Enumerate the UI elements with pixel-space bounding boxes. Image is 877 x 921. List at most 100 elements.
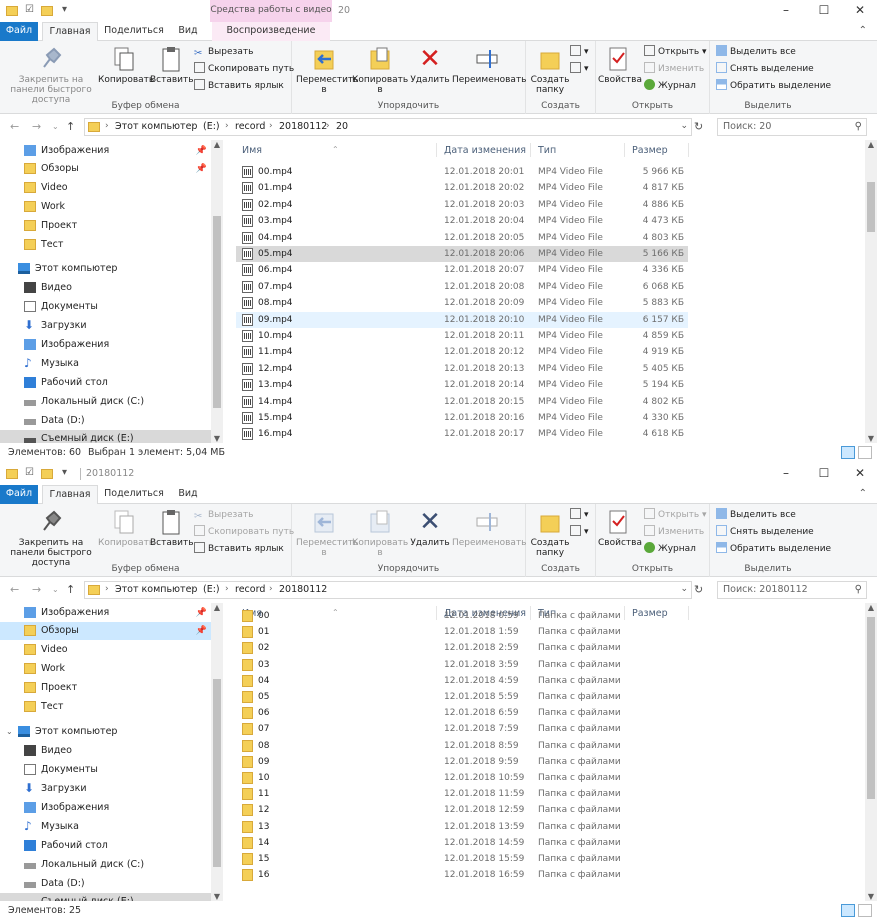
file-row[interactable]: 10.mp4 12.01.2018 20:11 MP4 Video File 4 85…: [236, 328, 688, 344]
breadcrumb-drive-e[interactable]: (E:): [203, 121, 220, 132]
forward-arrow-icon[interactable]: →: [32, 120, 41, 133]
nav-item-work[interactable]: Work: [0, 198, 211, 216]
column-type[interactable]: Тип: [538, 145, 556, 156]
new-item-button[interactable]: ▾: [570, 45, 589, 60]
nav-item-desktop[interactable]: Рабочий стол: [0, 837, 211, 855]
large-icons-view-icon[interactable]: [858, 446, 872, 459]
breadcrumb-separator-icon[interactable]: ›: [225, 121, 229, 131]
folder-row[interactable]: 12 12.01.2018 12:59 Папка с файлами: [236, 802, 688, 818]
nav-item-documents[interactable]: Документы: [0, 298, 211, 316]
breadcrumb-separator-icon[interactable]: ›: [326, 121, 330, 131]
easy-access-button[interactable]: ▾: [570, 525, 589, 540]
folder-row[interactable]: 07 12.01.2018 7:59 Папка с файлами: [236, 721, 688, 737]
nav-item-downloads[interactable]: ⬇ Загрузки: [0, 317, 211, 335]
search-input[interactable]: Поиск: 20 ⚲: [717, 118, 867, 136]
copy-path-button[interactable]: Скопировать путь: [194, 525, 294, 540]
file-row[interactable]: 04.mp4 12.01.2018 20:05 MP4 Video File 4 80…: [236, 230, 688, 246]
history-button[interactable]: Журнал: [644, 79, 696, 94]
cut-button[interactable]: ✂ Вырезать: [194, 45, 253, 60]
invert-selection-button[interactable]: Обратить выделение: [716, 542, 831, 557]
file-list-scroll-thumb[interactable]: [867, 617, 875, 799]
file-row[interactable]: 09.mp4 12.01.2018 20:10 MP4 Video File 6 15…: [236, 311, 688, 328]
folder-row[interactable]: 00 12.01.2018 0:59 Папка с файлами: [236, 608, 688, 624]
history-button[interactable]: Журнал: [644, 542, 696, 557]
select-all-button[interactable]: Выделить все: [716, 45, 796, 60]
chevron-down-icon[interactable]: ⌄: [680, 584, 688, 594]
open-button[interactable]: Открыть ▾: [644, 508, 707, 523]
column-separator[interactable]: [688, 143, 689, 157]
scroll-up-arrow-icon[interactable]: ▲: [211, 603, 223, 612]
copy-button[interactable]: Копировать: [98, 45, 154, 85]
rename-button[interactable]: Переименовать: [452, 508, 527, 548]
column-separator[interactable]: [624, 143, 625, 157]
ribbon-collapse-icon[interactable]: ⌃: [859, 25, 867, 36]
new-item-button[interactable]: ▾: [570, 508, 589, 523]
breadcrumb-20180112[interactable]: 20180112: [279, 121, 327, 132]
minimize-button[interactable]: –: [776, 3, 796, 17]
file-list-scrollbar[interactable]: ▲ ▼: [865, 140, 877, 443]
up-arrow-icon[interactable]: ↑: [66, 583, 75, 596]
breadcrumb-record[interactable]: record: [235, 584, 265, 595]
easy-access-button[interactable]: ▾: [570, 62, 589, 77]
breadcrumb-separator-icon[interactable]: ›: [191, 584, 195, 594]
nav-item-local-disk-c[interactable]: Локальный диск (C:): [0, 856, 211, 874]
nav-scrollbar[interactable]: ▲ ▼: [211, 140, 223, 443]
nav-item-project[interactable]: Проект: [0, 679, 211, 697]
folder-row[interactable]: 11 12.01.2018 11:59 Папка с файлами: [236, 786, 688, 802]
breadcrumb-drive-e[interactable]: (E:): [203, 584, 220, 595]
scroll-down-arrow-icon[interactable]: ▼: [865, 434, 877, 443]
file-row[interactable]: 13.mp4 12.01.2018 20:14 MP4 Video File 5 19…: [236, 377, 688, 393]
nav-item-data-d[interactable]: Data (D:): [0, 875, 211, 893]
tab-home[interactable]: Главная: [42, 485, 98, 505]
breadcrumb-separator-icon[interactable]: ›: [225, 584, 229, 594]
pin-quick-access-button[interactable]: Закрепить на панели быстрого доступа: [4, 508, 98, 568]
new-folder-icon[interactable]: [41, 5, 53, 16]
cut-button[interactable]: ✂ Вырезать: [194, 508, 253, 523]
file-list-scroll-thumb[interactable]: [867, 182, 875, 232]
paste-button[interactable]: Вставить: [150, 45, 194, 85]
invert-selection-button[interactable]: Обратить выделение: [716, 79, 831, 94]
scroll-up-arrow-icon[interactable]: ▲: [865, 140, 877, 149]
forward-arrow-icon[interactable]: →: [32, 583, 41, 596]
move-to-button[interactable]: Переместить в: [296, 508, 358, 558]
file-row[interactable]: 11.mp4 12.01.2018 20:12 MP4 Video File 4 91…: [236, 344, 688, 360]
address-bar[interactable]: › Этот компьютер › (E:) › record › 20180…: [84, 118, 692, 136]
select-none-button[interactable]: Снять выделение: [716, 62, 814, 77]
file-row[interactable]: 05.mp4 12.01.2018 20:06 MP4 Video File 5 16…: [236, 246, 688, 262]
new-folder-button[interactable]: Создать папку: [530, 45, 570, 95]
nav-item-video-folder[interactable]: Video: [0, 641, 211, 659]
move-to-button[interactable]: Переместить в: [296, 45, 358, 95]
nav-scroll-thumb[interactable]: [213, 679, 221, 867]
column-separator[interactable]: [688, 606, 689, 620]
back-arrow-icon[interactable]: ←: [10, 120, 19, 133]
chevron-down-icon[interactable]: ⌄: [6, 723, 13, 741]
maximize-button[interactable]: ☐: [814, 466, 834, 480]
column-separator[interactable]: [530, 143, 531, 157]
rename-button[interactable]: Переименовать: [452, 45, 527, 85]
tab-file[interactable]: Файл: [0, 485, 38, 504]
column-size[interactable]: Размер: [632, 145, 668, 156]
breadcrumb-separator-icon[interactable]: ›: [269, 584, 273, 594]
properties-icon[interactable]: ☑: [23, 467, 36, 479]
tab-view[interactable]: Вид: [170, 485, 206, 504]
nav-item-pictures[interactable]: Изображения: [0, 336, 211, 354]
select-none-button[interactable]: Снять выделение: [716, 525, 814, 540]
nav-item-music[interactable]: ♪ Музыка: [0, 355, 211, 373]
nav-item-this-pc[interactable]: Этот компьютер: [0, 260, 211, 278]
file-list-scrollbar[interactable]: ▲ ▼: [865, 603, 877, 901]
minimize-button[interactable]: –: [776, 466, 796, 480]
copy-to-button[interactable]: Копировать в: [352, 45, 408, 95]
nav-item-test[interactable]: Тест: [0, 236, 211, 254]
folder-row[interactable]: 02 12.01.2018 2:59 Папка с файлами: [236, 640, 688, 656]
close-button[interactable]: ✕: [850, 3, 870, 17]
tab-file[interactable]: Файл: [0, 22, 38, 41]
folder-row[interactable]: 05 12.01.2018 5:59 Папка с файлами: [236, 689, 688, 705]
file-row[interactable]: 12.mp4 12.01.2018 20:13 MP4 Video File 5 40…: [236, 361, 688, 377]
search-input[interactable]: Поиск: 20180112 ⚲: [717, 581, 867, 599]
folder-row[interactable]: 13 12.01.2018 13:59 Папка с файлами: [236, 819, 688, 835]
paste-shortcut-button[interactable]: Вставить ярлык: [194, 79, 284, 94]
breadcrumb-record[interactable]: record: [235, 121, 265, 132]
nav-item-data-d[interactable]: Data (D:): [0, 412, 211, 430]
customize-dropdown-icon[interactable]: ▾: [58, 4, 71, 16]
folder-row[interactable]: 16 12.01.2018 16:59 Папка с файлами: [236, 867, 688, 883]
